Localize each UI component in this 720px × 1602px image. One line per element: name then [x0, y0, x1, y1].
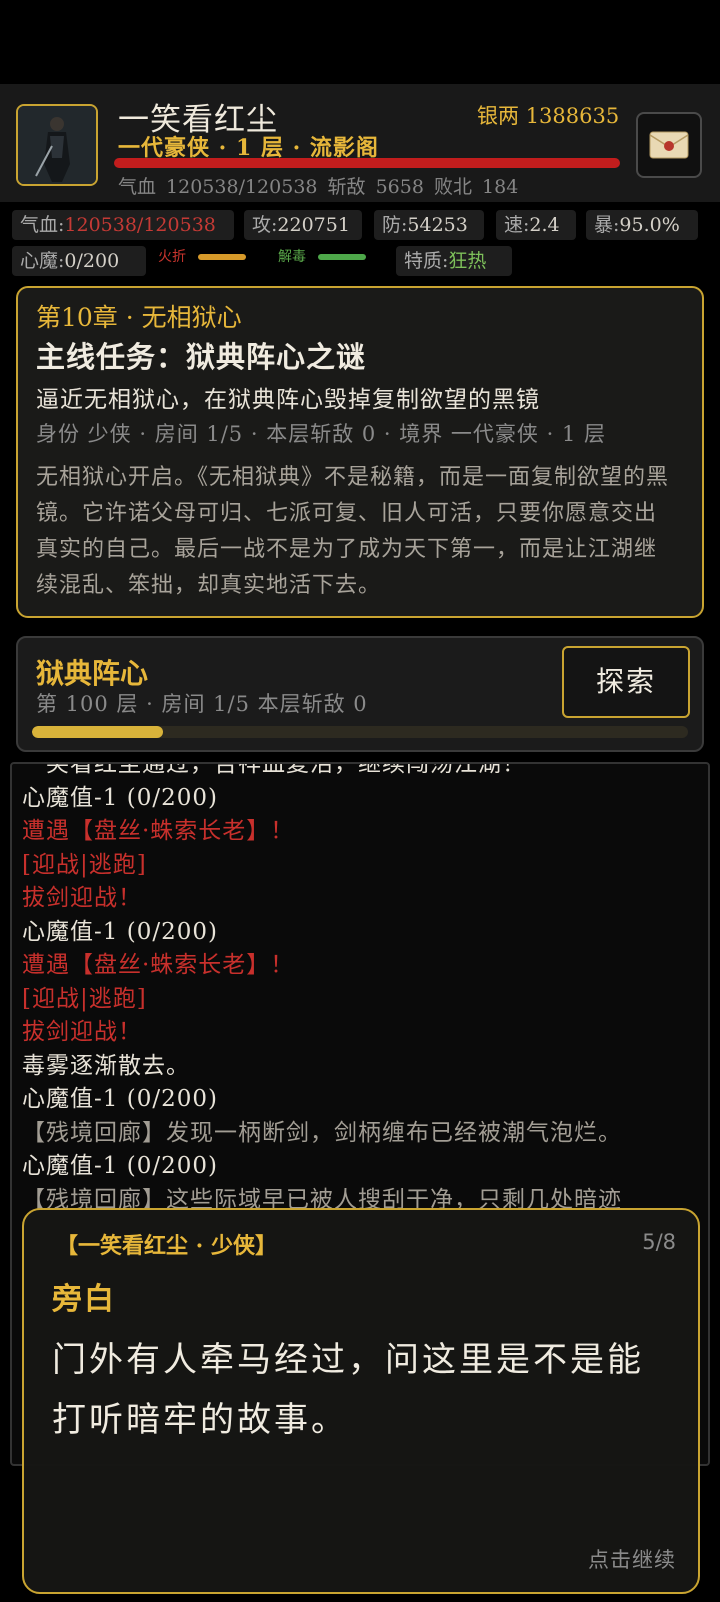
swordsman-avatar-icon	[18, 106, 96, 184]
log-line: 一笑看红尘通过，吉祥血复活，继续闯荡江湖！	[22, 762, 526, 777]
chapter-story: 无相狱心开启。《无相狱典》不是秘籍，而是一面复制欲望的黑镜。它许诺父母可归、七派…	[36, 465, 670, 598]
crit-value: 95.0%	[619, 214, 680, 236]
envelope-icon	[649, 131, 689, 159]
log-line: 拔剑迎战！	[22, 1019, 142, 1045]
log-line: 遭遇【盘丝·蛛索长老】！	[22, 952, 295, 978]
log-line: 遭遇【盘丝·蛛索长老】！	[22, 818, 295, 844]
crit-chip: 暴:95.0%	[586, 210, 698, 240]
log-line: 心魔值-1 (0/200)	[22, 784, 218, 811]
floor-progress-track	[32, 726, 688, 738]
location-name: 狱典阵心	[36, 657, 149, 690]
log-line: 心魔值-1 (0/200)	[22, 1086, 218, 1112]
speed-chip: 速:2.4	[496, 210, 576, 240]
mail-button[interactable]	[636, 112, 702, 178]
location-info: 第 100 层 · 房间 1/5 本层斩敌 0	[36, 692, 368, 716]
log-line: 心魔值-1 (0/200)	[22, 1153, 218, 1179]
hero-header: 一笑看红尘 一代豪侠 · 1 层 · 流影阁 气血 120538/120538 …	[0, 84, 720, 202]
silver-label: 银两	[477, 104, 519, 128]
trait-value: 狂热	[448, 250, 487, 272]
silver-value: 1388635	[525, 104, 620, 128]
chapter-title: 第10章 · 无相狱心	[36, 303, 242, 332]
event-log-lines: 一笑看红尘通过，吉祥血复活，继续闯荡江湖！ 心魔值-1 (0/200) 遭遇【盘丝·…	[22, 762, 702, 1217]
log-line: 【残境回廊】发现一柄断剑，剑柄缠布已经被潮气泡烂。	[22, 1119, 622, 1146]
defense-value: 54253	[407, 214, 468, 236]
fire-bar	[198, 254, 246, 260]
silver-display: 银两 1388635	[477, 100, 619, 130]
speed-value: 2.4	[529, 214, 560, 236]
quest-goal: 逼近无相狱心，在狱典阵心毁掉复制欲望的黑镜	[36, 387, 540, 413]
dialog-page-counter: 5/8	[642, 1230, 676, 1254]
hero-portrait[interactable]	[16, 104, 98, 186]
trait-chip: 特质:狂热	[396, 246, 512, 276]
hero-hp-bar	[114, 158, 620, 168]
dialog-speaker: 【一笑看红尘 · 少侠】	[56, 1233, 277, 1259]
explore-button[interactable]: 探索	[562, 646, 690, 718]
log-line: 毒雾逐渐散去。	[22, 1052, 190, 1079]
antidote-bar	[318, 254, 366, 260]
floor-progress-fill	[32, 726, 164, 738]
attack-value: 220751	[277, 214, 350, 236]
location-panel: 狱典阵心 第 100 层 · 房间 1/5 本层斩敌 0 探索	[16, 636, 704, 752]
dialog-role: 旁白	[52, 1282, 116, 1317]
dialog-box[interactable]: 【一笑看红尘 · 少侠】 5/8 旁白 门外有人牵马经过，问这里是不是能打听暗牢…	[22, 1208, 700, 1594]
hp-chip: 气血:120538/120538	[12, 210, 234, 240]
log-line: 心魔值-1 (0/200)	[22, 918, 218, 945]
quest-title: 主线任务：狱典阵心之谜	[36, 340, 367, 374]
hp-value: 120538/120538	[64, 214, 216, 236]
demon-chip: 心魔:0/200	[12, 246, 146, 276]
defense-chip: 防:54253	[374, 210, 484, 240]
antidote-label: 解毒	[278, 249, 306, 265]
dialog-text: 门外有人牵马经过，问这里是不是能打听暗牢的故事。	[52, 1340, 644, 1440]
quest-meta: 身份 少侠 · 房间 1/5 · 本层斩敌 0 · 境界 一代豪侠 · 1 层	[36, 422, 606, 446]
demon-value: 0/200	[64, 250, 120, 272]
fire-label: 火折	[158, 249, 186, 265]
hero-stats-line: 气血 120538/120538 斩敌 5658 败北 184	[118, 176, 519, 198]
log-line: 拔剑迎战！	[22, 885, 142, 911]
chapter-panel: 第10章 · 无相狱心 主线任务：狱典阵心之谜 逼近无相狱心，在狱典阵心毁掉复制…	[16, 286, 704, 618]
log-line: [迎战|逃跑]	[22, 985, 147, 1012]
dialog-continue-hint[interactable]: 点击继续	[588, 1544, 676, 1574]
log-line: [迎战|逃跑]	[22, 851, 147, 878]
attack-chip: 攻:220751	[244, 210, 362, 240]
